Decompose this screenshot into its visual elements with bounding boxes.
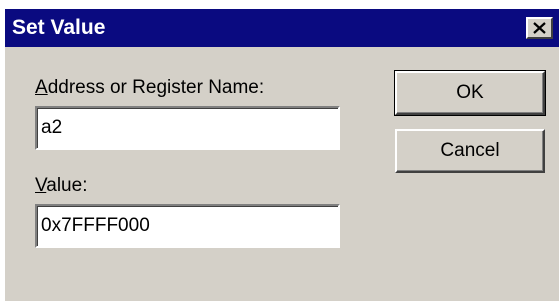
close-icon	[533, 22, 546, 34]
address-input[interactable]	[35, 106, 340, 150]
title-bar[interactable]: Set Value	[5, 9, 559, 47]
cancel-button-label: Cancel	[440, 140, 500, 161]
address-label: Address or Register Name:	[35, 77, 264, 99]
ok-button-label: OK	[456, 82, 484, 103]
window-title: Set Value	[12, 16, 106, 39]
cancel-button[interactable]: Cancel	[395, 129, 545, 173]
ok-button[interactable]: OK	[394, 70, 546, 116]
value-label-text: alue:	[46, 175, 88, 196]
value-label-mnemonic: V	[35, 175, 47, 196]
address-label-text: ddress or Register Name:	[47, 77, 265, 98]
set-value-dialog: Set Value Address or Register Name: Valu…	[5, 9, 559, 301]
close-button[interactable]	[526, 17, 553, 39]
value-label: Value:	[35, 175, 87, 197]
address-label-mnemonic: A	[35, 77, 48, 98]
value-input[interactable]	[35, 204, 340, 248]
